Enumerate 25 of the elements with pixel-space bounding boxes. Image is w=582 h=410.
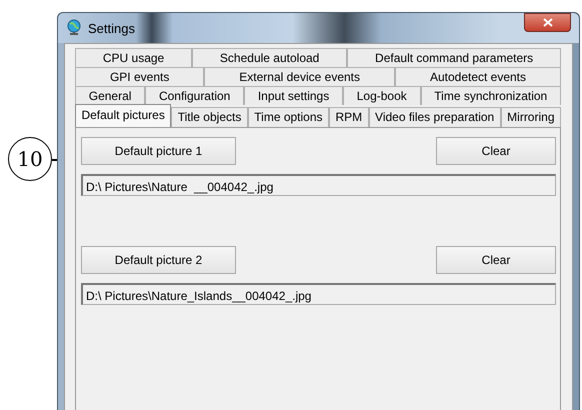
window-title: Settings <box>88 20 136 36</box>
clear-button[interactable]: Clear <box>436 246 556 274</box>
tab[interactable]: General <box>75 86 146 105</box>
tab[interactable]: External device events <box>204 67 395 86</box>
callout-number: 10 <box>8 137 52 181</box>
tab[interactable]: Input settings <box>244 86 343 105</box>
tab[interactable]: Mirroring <box>500 107 561 127</box>
tab[interactable]: Log-book <box>342 86 421 105</box>
tab[interactable]: Schedule autoload <box>192 48 348 67</box>
tab[interactable]: GPI events <box>75 67 204 86</box>
tab[interactable]: Configuration <box>145 86 244 105</box>
clear-button[interactable]: Clear <box>436 137 556 165</box>
tab[interactable]: Video files preparation <box>368 107 501 127</box>
tab[interactable]: Title objects <box>171 107 248 127</box>
tab[interactable]: Autodetect events <box>394 67 561 86</box>
path-field[interactable]: D:\ Pictures\Nature __004042_.jpg <box>81 174 556 196</box>
default-picture-button[interactable]: Default picture 1 <box>81 137 236 165</box>
path-field[interactable]: D:\ Pictures\Nature_Islands__004042_.jpg <box>81 283 556 305</box>
tab[interactable]: Time options <box>248 107 329 127</box>
tab[interactable]: Default command parameters <box>347 48 561 67</box>
tab[interactable]: Time synchronization <box>420 86 561 105</box>
tab[interactable]: CPU usage <box>75 48 192 67</box>
default-picture-button[interactable]: Default picture 2 <box>81 246 236 274</box>
tab[interactable]: Default pictures <box>75 104 172 127</box>
tab[interactable]: RPM <box>328 107 369 127</box>
